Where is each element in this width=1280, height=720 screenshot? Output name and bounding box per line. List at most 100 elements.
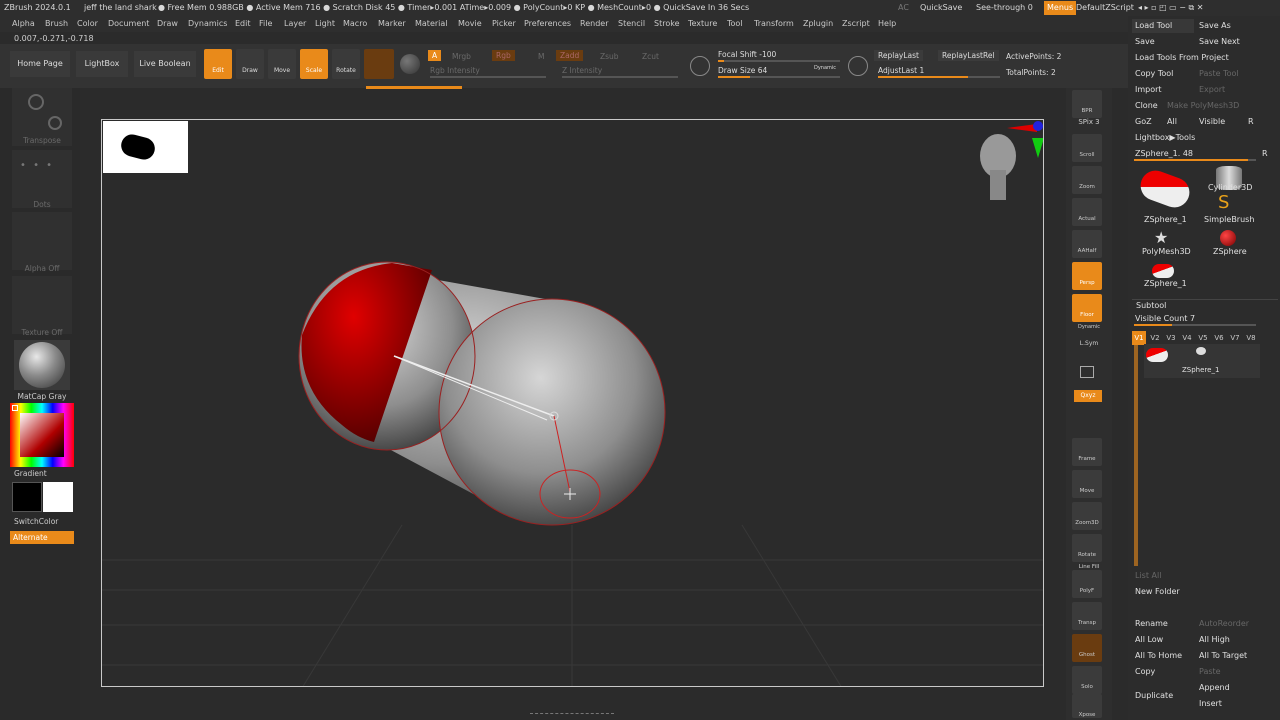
- draw-tool-button[interactable]: Draw: [236, 49, 264, 79]
- menu-document[interactable]: Document: [108, 16, 149, 32]
- save-as-button[interactable]: Save As: [1199, 21, 1231, 30]
- menu-transform[interactable]: Transform: [754, 16, 794, 32]
- primary-color-swatch[interactable]: [12, 482, 42, 512]
- matcap-button[interactable]: [14, 340, 70, 390]
- menu-picker[interactable]: Picker: [492, 16, 516, 32]
- draw-size-slider[interactable]: Draw Size 64: [718, 66, 767, 75]
- menu-marker[interactable]: Marker: [378, 16, 406, 32]
- subtool-tab-v4[interactable]: V4: [1180, 331, 1194, 345]
- mrgb-button[interactable]: Mrgb: [452, 52, 471, 61]
- all-to-target-button[interactable]: All To Target: [1199, 651, 1247, 660]
- orientation-gizmo-icon[interactable]: [980, 121, 1044, 200]
- scale-tool-button[interactable]: Scale: [300, 49, 328, 79]
- clone-button[interactable]: Clone: [1135, 101, 1158, 110]
- zsphere-model[interactable]: [298, 261, 666, 526]
- copy-tool-button[interactable]: Copy Tool: [1135, 69, 1173, 78]
- lsym-button[interactable]: L.Sym: [1066, 340, 1112, 347]
- subtool-tab-v2[interactable]: V2: [1148, 331, 1162, 345]
- draw-size-track[interactable]: [718, 76, 840, 78]
- all-to-home-button[interactable]: All To Home: [1135, 651, 1182, 660]
- load-tool-button[interactable]: Load Tool: [1135, 21, 1172, 30]
- polymesh-star-icon[interactable]: ★: [1154, 230, 1168, 246]
- menu-help[interactable]: Help: [878, 16, 896, 32]
- subtool-scrollbar[interactable]: [1134, 342, 1138, 566]
- menu-macro[interactable]: Macro: [343, 16, 367, 32]
- list-all-button[interactable]: List All: [1135, 571, 1161, 580]
- aahalf-button[interactable]: AAHalf: [1072, 230, 1102, 258]
- alternate-button[interactable]: Alternate: [10, 531, 74, 544]
- solo-button[interactable]: Solo: [1072, 666, 1102, 694]
- transp-button[interactable]: Transp: [1072, 602, 1102, 630]
- menus-button[interactable]: Menus: [1044, 1, 1077, 15]
- spix-slider[interactable]: SPix 3: [1066, 118, 1112, 126]
- subtool-tab-v3[interactable]: V3: [1164, 331, 1178, 345]
- default-zscript[interactable]: DefaultZScript: [1076, 0, 1134, 16]
- move-view-button[interactable]: Move: [1072, 470, 1102, 498]
- rgb-intensity-track[interactable]: [430, 76, 546, 78]
- bottom-tray-handle[interactable]: [530, 713, 614, 717]
- subtool-tab-v7[interactable]: V7: [1228, 331, 1242, 345]
- ghost-button[interactable]: Ghost: [1072, 634, 1102, 662]
- paste-tool-button[interactable]: Paste Tool: [1199, 69, 1239, 78]
- menu-texture[interactable]: Texture: [688, 16, 717, 32]
- alpha-button[interactable]: [12, 212, 72, 270]
- edit-tool-button[interactable]: Edit: [204, 49, 232, 79]
- live-boolean-button[interactable]: Live Boolean: [134, 51, 196, 77]
- duplicate-button[interactable]: Duplicate: [1135, 691, 1173, 700]
- goz-all-button[interactable]: All: [1167, 117, 1177, 126]
- autoreorder-button[interactable]: AutoReorder: [1199, 619, 1249, 628]
- replay-icon[interactable]: [848, 56, 868, 76]
- zoom3d-button[interactable]: Zoom3D: [1072, 502, 1102, 530]
- a-button[interactable]: A: [428, 50, 442, 61]
- menu-draw[interactable]: Draw: [157, 16, 178, 32]
- polyf-button[interactable]: PolyF: [1072, 570, 1102, 598]
- home-page-button[interactable]: Home Page: [10, 51, 70, 77]
- rgb-button[interactable]: Rgb: [492, 50, 515, 61]
- replay-last-rel-button[interactable]: ReplayLastRel: [938, 50, 999, 61]
- capsule-small-icon[interactable]: [1152, 264, 1174, 278]
- subtool-tab-v5[interactable]: V5: [1196, 331, 1210, 345]
- current-tool-r-button[interactable]: R: [1262, 149, 1268, 158]
- z-intensity-slider[interactable]: Z Intensity: [562, 66, 602, 75]
- menu-stroke[interactable]: Stroke: [654, 16, 680, 32]
- zadd-button[interactable]: Zadd: [556, 50, 584, 61]
- zsphere1-thumbnail[interactable]: [1136, 166, 1194, 212]
- scroll-button[interactable]: Scroll: [1072, 134, 1102, 162]
- rename-button[interactable]: Rename: [1135, 619, 1168, 628]
- menu-stencil[interactable]: Stencil: [618, 16, 645, 32]
- move-tool-button[interactable]: Move: [268, 49, 296, 79]
- goz-button[interactable]: GoZ: [1135, 117, 1152, 126]
- floor-button[interactable]: Floor: [1072, 294, 1102, 322]
- lightbox-tools-button[interactable]: Lightbox▶Tools: [1135, 133, 1195, 142]
- rotate-tool-button[interactable]: Rotate: [332, 49, 360, 79]
- menu-color[interactable]: Color: [77, 16, 98, 32]
- document-canvas[interactable]: [101, 119, 1044, 687]
- menu-tool[interactable]: Tool: [727, 16, 743, 32]
- replay-last-button[interactable]: ReplayLast: [874, 50, 923, 61]
- dynamic-toggle[interactable]: Dynamic: [814, 65, 836, 71]
- goz-r-button[interactable]: R: [1248, 117, 1254, 126]
- secondary-color-swatch[interactable]: [43, 482, 73, 512]
- zoom-button[interactable]: Zoom: [1072, 166, 1102, 194]
- xpose-button[interactable]: Xpose: [1072, 694, 1102, 718]
- rotate-view-button[interactable]: Rotate: [1072, 534, 1102, 562]
- all-low-button[interactable]: All Low: [1135, 635, 1163, 644]
- menu-file[interactable]: File: [259, 16, 272, 32]
- quicksave-button[interactable]: QuickSave: [920, 0, 962, 16]
- menu-material[interactable]: Material: [415, 16, 448, 32]
- menu-preferences[interactable]: Preferences: [524, 16, 571, 32]
- viewport-scene[interactable]: [102, 120, 1044, 687]
- material-sphere-icon[interactable]: [400, 54, 420, 74]
- subtool-tab-v6[interactable]: V6: [1212, 331, 1226, 345]
- new-folder-button[interactable]: New Folder: [1135, 587, 1180, 596]
- menu-edit[interactable]: Edit: [235, 16, 251, 32]
- material-swatch[interactable]: [364, 49, 394, 79]
- focal-shift-track[interactable]: [718, 60, 840, 62]
- qxyz-button[interactable]: Qxyz: [1074, 390, 1102, 402]
- m-button[interactable]: M: [538, 52, 544, 61]
- insert-button[interactable]: Insert: [1199, 699, 1222, 708]
- paste-button[interactable]: Paste: [1199, 667, 1221, 676]
- copy-button[interactable]: Copy: [1135, 667, 1155, 676]
- subtool-tab-v8[interactable]: V8: [1244, 331, 1258, 345]
- persp-button[interactable]: Persp: [1072, 262, 1102, 290]
